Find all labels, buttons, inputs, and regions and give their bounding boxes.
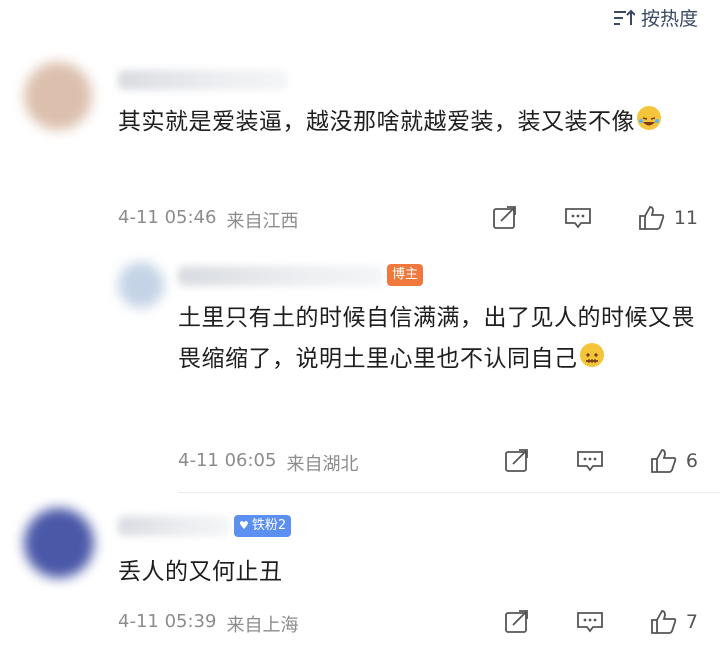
username-blurred[interactable] [178,266,383,286]
comment-actions: 11 [492,205,698,231]
comment-meta: 4-11 06:05 来自湖北 [178,450,358,476]
username-blurred[interactable] [118,516,230,536]
avatar[interactable] [24,508,94,578]
comment-location: 来自湖北 [286,454,359,475]
comment-time: 4-11 06:05 [178,450,277,471]
author-badge: 博主 [387,264,424,286]
zipper-mouth-emoji [579,343,604,367]
comment-location: 来自江西 [226,211,299,232]
thumbs-up-icon [638,205,666,231]
comment-meta: 4-11 05:39 来自上海 [118,611,298,637]
thumbs-up-icon [650,448,678,474]
like-button[interactable]: 11 [638,205,698,231]
avatar[interactable] [24,62,92,130]
comment-time: 4-11 05:46 [118,207,217,228]
share-icon[interactable] [504,610,530,634]
like-button[interactable]: 6 [650,448,698,474]
laughing-tears-emoji [637,106,661,130]
comment-time: 4-11 05:39 [118,611,217,632]
heart-icon: ♥ [239,519,249,532]
sort-label: 按热度 [640,8,698,30]
comment-icon[interactable] [576,449,604,473]
thumbs-up-icon [650,609,678,635]
share-icon[interactable] [504,449,530,473]
comment-icon[interactable] [576,610,604,634]
fan-badge: ♥ 铁粉2 [234,515,292,537]
comment-icon[interactable] [564,206,592,230]
comment-text: 丢人的又何止丑 [118,559,283,585]
like-count: 6 [685,450,698,472]
fan-badge-label: 铁粉2 [251,518,287,533]
like-count: 11 [673,207,698,229]
username-blurred[interactable] [118,70,288,90]
comment-meta: 4-11 05:46 来自江西 [118,207,298,233]
comment-actions: 6 [504,448,698,474]
like-button[interactable]: 7 [650,609,698,635]
comment-text: 土里只有土的时候自信满满，出了见人的时候又畏畏缩缩了，说明土里心里也不认同自己 [178,305,695,372]
like-count: 7 [685,611,698,633]
share-icon[interactable] [492,206,518,230]
comment-location: 来自上海 [226,615,299,636]
avatar[interactable] [118,262,164,308]
divider [178,492,720,493]
comment-actions: 7 [504,609,698,635]
sort-by-heat-button[interactable]: 按热度 [613,4,698,31]
comment-text: 其实就是爱装逼，越没那啥就越爱装，装又装不像 [118,102,688,143]
sort-lines-icon [613,8,635,28]
